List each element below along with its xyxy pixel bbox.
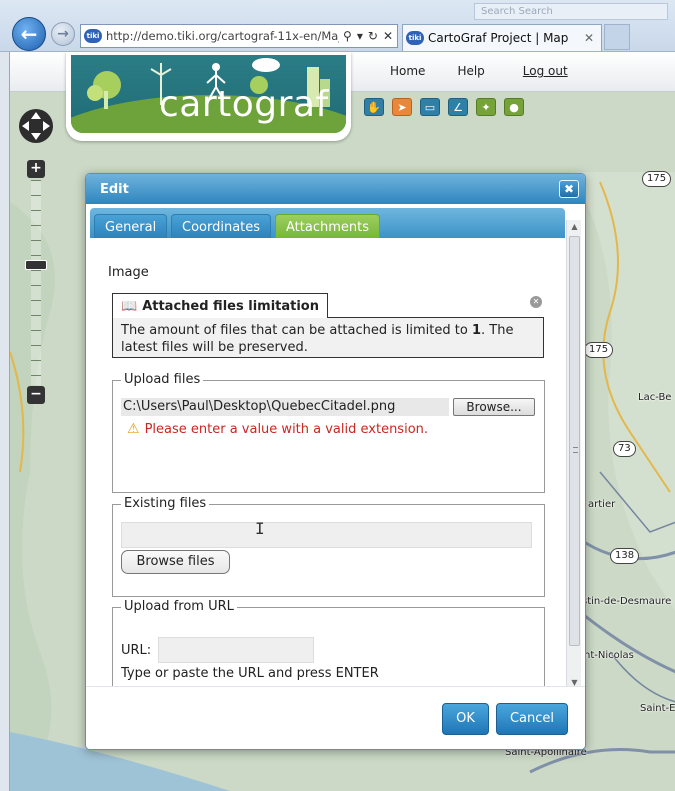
limit-text-before: The amount of files that can be attached… [121, 323, 472, 338]
browse-files-button[interactable]: Browse files [121, 550, 230, 574]
upload-from-url-fieldset: Upload from URL URL: Type or paste the U… [112, 599, 545, 688]
scroll-thumb[interactable] [569, 236, 580, 646]
limit-notice-body: The amount of files that can be attached… [112, 317, 544, 358]
upload-files-legend: Upload files [121, 372, 204, 387]
select-pointer-icon[interactable]: ➤ [392, 98, 412, 116]
back-arrow-icon: ← [20, 22, 38, 46]
logo-wordmark: cartograf [159, 84, 329, 125]
home-link[interactable]: Home [390, 64, 425, 78]
scroll-up-arrow-icon[interactable]: ▲ [567, 220, 582, 234]
browser-chrome: Search Search ← → tiki http://demo.tiki.… [0, 0, 675, 52]
browser-search-box[interactable]: Search Search [474, 3, 668, 20]
forward-button[interactable]: → [51, 22, 75, 46]
browse-button[interactable]: Browse... [453, 398, 535, 416]
file-path-input[interactable]: C:\Users\Paul\Desktop\QuebecCitadel.png [121, 398, 449, 416]
dialog-title: Edit [100, 182, 129, 197]
draw-line-icon[interactable]: ∠ [448, 98, 468, 116]
place-marker-icon[interactable]: ✦ [476, 98, 496, 116]
cartograf-logo[interactable]: cartograf [66, 52, 351, 141]
pan-control-icon[interactable] [18, 108, 54, 144]
existing-files-legend: Existing files [121, 496, 210, 511]
url-hint: Type or paste the URL and press ENTER [121, 666, 379, 681]
logout-link[interactable]: Log out [523, 64, 568, 78]
limit-title-text: Attached files limitation [142, 298, 319, 314]
address-bar[interactable]: tiki http://demo.tiki.org/cartograf-11x-… [80, 24, 398, 48]
tab-coordinates[interactable]: Coordinates [171, 214, 272, 238]
limit-notice-title: 📖 Attached files limitation [112, 293, 328, 318]
attachments-panel: Image 📖 Attached files limitation ✕ The … [90, 238, 565, 688]
road-badge: 138 [610, 548, 640, 564]
zoom-out-button[interactable]: − [27, 386, 45, 404]
upload-from-url-legend: Upload from URL [121, 599, 237, 614]
zoom-slider-track[interactable] [31, 180, 41, 385]
url-text[interactable]: http://demo.tiki.org/cartograf-11x-en/Ma… [106, 29, 339, 43]
map-toolbar: ✋ ➤ ▭ ∠ ✦ ● [364, 98, 524, 116]
map-label: Saint-E [640, 703, 675, 714]
validation-error: ⚠ Please enter a value with a valid exte… [127, 421, 428, 437]
logo-artwork: cartograf [71, 55, 346, 133]
tab-title: CartoGraf Project | Map [428, 31, 569, 45]
tab-attachments[interactable]: Attachments [275, 214, 380, 238]
ok-button[interactable]: OK [442, 703, 489, 735]
image-field-label: Image [108, 265, 149, 280]
zoom-bar: + − [25, 160, 47, 405]
forward-arrow-icon: → [57, 26, 69, 42]
book-icon: 📖 [121, 298, 138, 314]
zoom-slider-handle[interactable] [25, 260, 47, 270]
road-badge: 175 [642, 171, 672, 187]
dialog-tabs: General Coordinates Attachments [90, 208, 565, 238]
tiki-favicon-icon: tiki [84, 29, 102, 43]
url-input[interactable] [158, 637, 314, 663]
dialog-close-button[interactable]: ✖ [559, 180, 579, 198]
tab-general[interactable]: General [94, 214, 168, 238]
dialog-titlebar[interactable]: Edit ✖ [86, 174, 585, 204]
validation-error-text: Please enter a value with a valid extens… [144, 421, 429, 437]
map-label: Lac-Be [638, 392, 672, 403]
new-tab-button[interactable] [604, 24, 630, 50]
scroll-grip-icon [573, 447, 578, 453]
dialog-footer: OK Cancel [86, 686, 585, 749]
browser-tab[interactable]: tiki CartoGraf Project | Map ✕ [402, 24, 602, 51]
draw-polygon-icon[interactable]: ▭ [420, 98, 440, 116]
existing-files-input[interactable] [121, 522, 532, 548]
edit-dialog: Edit ✖ General Coordinates Attachments ▲… [85, 173, 586, 750]
text-cursor-icon: I [255, 519, 265, 538]
road-badge: 73 [613, 441, 636, 457]
existing-files-fieldset: Existing files Browse files [112, 496, 545, 597]
help-link[interactable]: Help [457, 64, 484, 78]
close-icon: ✖ [563, 182, 575, 196]
search-icon[interactable]: ⚲ [343, 29, 352, 43]
dialog-scrollbar[interactable]: ▲ ▼ [566, 220, 581, 690]
tab-close-icon[interactable]: ✕ [584, 31, 594, 45]
warning-icon: ⚠ [127, 421, 140, 437]
stop-icon[interactable]: ✕ [383, 29, 393, 43]
map-label: artier [588, 499, 616, 510]
zoom-in-button[interactable]: + [27, 160, 45, 178]
limit-count: 1 [471, 323, 481, 338]
map-label: stin-de-Desmaure [582, 596, 672, 607]
dropdown-chevron-icon[interactable]: ▾ [357, 29, 363, 43]
url-label: URL: [121, 643, 152, 658]
back-button[interactable]: ← [12, 17, 46, 51]
tab-favicon-icon: tiki [406, 31, 424, 45]
map-label: nt-Nicolas [584, 650, 634, 661]
upload-files-fieldset: Upload files C:\Users\Paul\Desktop\Quebe… [112, 372, 545, 493]
cancel-button[interactable]: Cancel [496, 703, 568, 735]
road-badge: 175 [584, 342, 614, 358]
refresh-icon[interactable]: ↻ [368, 29, 378, 43]
user-marker-icon[interactable]: ● [504, 98, 524, 116]
pan-hand-icon[interactable]: ✋ [364, 98, 384, 116]
limit-notice-close-icon[interactable]: ✕ [530, 296, 542, 308]
